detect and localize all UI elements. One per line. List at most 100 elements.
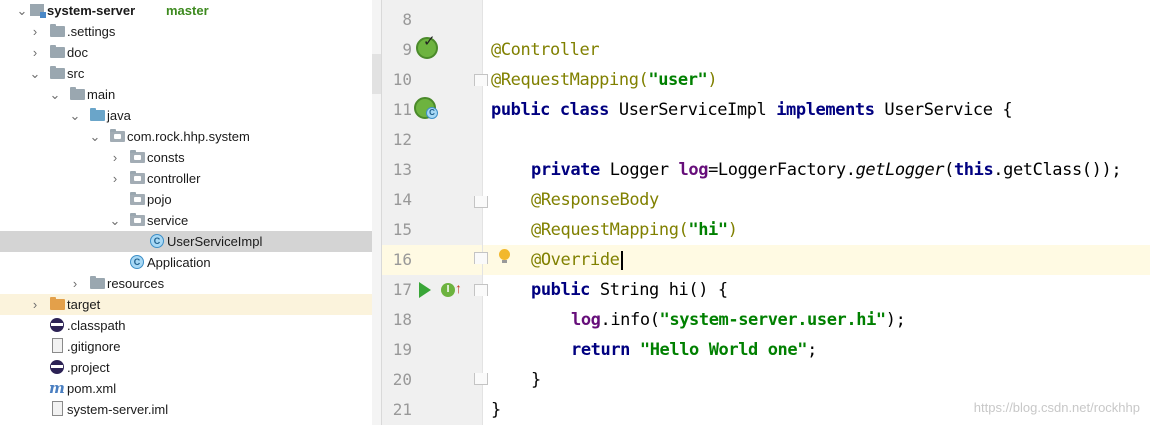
tree-item-service[interactable]: ⌄ service	[0, 210, 372, 231]
line-number: 18	[392, 310, 412, 329]
line-number: 19	[392, 340, 412, 359]
code-line-14[interactable]: @ResponseBody	[531, 185, 659, 215]
code-line-15[interactable]: @RequestMapping("hi")	[531, 215, 738, 245]
string-token: "Hello World one"	[639, 340, 808, 360]
tree-item-pojo[interactable]: pojo	[0, 189, 372, 210]
chevron-down-icon[interactable]: ⌄	[109, 210, 121, 231]
line-number: 13	[392, 160, 412, 179]
code-line-20[interactable]: }	[531, 365, 541, 395]
tree-item-classpath[interactable]: .classpath	[0, 315, 372, 336]
tree-item-application[interactable]: C Application	[0, 252, 372, 273]
annotation-token: @Controller	[491, 40, 600, 60]
tree-item-label: src	[67, 66, 85, 81]
fold-marker-icon[interactable]	[474, 74, 488, 86]
tree-item-src[interactable]: ⌄ src	[0, 63, 372, 84]
maven-icon: m	[49, 379, 65, 397]
chevron-right-icon[interactable]: ›	[69, 273, 81, 294]
identifier-token: .getClass());	[993, 160, 1122, 180]
code-line-19[interactable]: return "Hello World one";	[571, 335, 817, 365]
chevron-down-icon[interactable]: ⌄	[69, 105, 81, 126]
fold-marker-icon[interactable]	[474, 196, 488, 208]
tree-item-settings[interactable]: › .settings	[0, 21, 372, 42]
chevron-right-icon[interactable]: ›	[29, 294, 41, 315]
annotation-token: @RequestMapping(	[491, 70, 649, 90]
code-line-10[interactable]: @RequestMapping("user")	[491, 65, 718, 95]
identifier-token: ;	[807, 340, 817, 360]
current-line-highlight	[382, 245, 1150, 275]
identifier-token: }	[531, 370, 541, 390]
class-icon: C	[150, 234, 164, 248]
fold-marker-icon[interactable]	[474, 284, 488, 296]
identifier-token: UserServiceImpl	[618, 100, 777, 120]
tree-item-label: controller	[147, 171, 201, 186]
tree-item-label: UserServiceImpl	[167, 234, 263, 249]
tree-item-project[interactable]: .project	[0, 357, 372, 378]
tree-item-package-root[interactable]: ⌄ com.rock.hhp.system	[0, 126, 372, 147]
tree-item-label: doc	[67, 45, 88, 60]
keyword-token: public class	[491, 100, 619, 120]
chevron-down-icon[interactable]: ⌄	[89, 126, 101, 147]
identifier-token: =LoggerFactory.	[708, 160, 856, 180]
code-line-13[interactable]: private Logger log=LoggerFactory.getLogg…	[531, 155, 1122, 185]
tree-item-iml[interactable]: system-server.iml	[0, 399, 372, 420]
tree-item-main[interactable]: ⌄ main	[0, 84, 372, 105]
code-line-18[interactable]: log.info("system-server.user.hi");	[571, 305, 906, 335]
chevron-down-icon[interactable]: ⌄	[16, 0, 28, 21]
folder-icon	[50, 24, 65, 37]
fold-marker-icon[interactable]	[474, 373, 488, 385]
tree-item-label: Application	[147, 255, 211, 270]
line-number: 12	[392, 130, 412, 149]
line-number: 9	[402, 40, 412, 59]
tree-item-label: target	[67, 297, 101, 312]
line-number: 16	[392, 250, 412, 269]
folder-icon	[70, 87, 85, 100]
code-line-9[interactable]: @Controller	[491, 35, 600, 65]
code-line-17[interactable]: public String hi() {	[531, 275, 728, 305]
lightbulb-icon[interactable]	[499, 249, 510, 263]
identifier-token: String hi() {	[599, 280, 728, 300]
tree-item-doc[interactable]: › doc	[0, 42, 372, 63]
tree-item-controller[interactable]: › controller	[0, 168, 372, 189]
tree-item-label: .classpath	[67, 318, 126, 333]
tree-item-userserviceimpl[interactable]: C UserServiceImpl	[0, 231, 372, 252]
iml-file-icon	[52, 401, 63, 416]
chevron-down-icon[interactable]: ⌄	[49, 84, 61, 105]
field-token: log	[678, 160, 709, 180]
line-number: 14	[392, 190, 412, 209]
chevron-right-icon[interactable]: ›	[109, 147, 121, 168]
string-token: "user"	[648, 70, 708, 90]
chevron-down-icon[interactable]: ⌄	[29, 63, 41, 84]
tree-item-pom[interactable]: m pom.xml	[0, 378, 372, 399]
code-line-16[interactable]: @Override	[531, 245, 623, 275]
tree-item-resources[interactable]: › resources	[0, 273, 372, 294]
line-number: 11	[392, 100, 412, 119]
identifier-token: (	[944, 160, 954, 180]
keyword-token: public	[531, 280, 600, 300]
chevron-right-icon[interactable]: ›	[109, 168, 121, 189]
tree-item-consts[interactable]: › consts	[0, 147, 372, 168]
identifier-token: }	[491, 400, 501, 420]
git-branch-label: master	[166, 3, 209, 18]
implements-method-icon[interactable]: I	[441, 283, 455, 297]
field-token: log	[571, 310, 601, 330]
annotation-token: @Override	[531, 250, 620, 270]
fold-marker-icon[interactable]	[474, 252, 488, 264]
arrow-up-icon[interactable]: ↑	[455, 280, 462, 296]
run-icon[interactable]	[419, 282, 431, 298]
tree-item-gitignore[interactable]: .gitignore	[0, 336, 372, 357]
chevron-right-icon[interactable]: ›	[29, 21, 41, 42]
tree-item-java[interactable]: ⌄ java	[0, 105, 372, 126]
tree-item-system-server[interactable]: ⌄ system-server master	[0, 0, 372, 21]
module-icon	[30, 4, 46, 18]
class-icon: C	[426, 107, 438, 119]
tree-item-target[interactable]: › target	[0, 294, 372, 315]
source-folder-icon	[90, 108, 105, 121]
chevron-right-icon[interactable]: ›	[29, 42, 41, 63]
code-line-21[interactable]: }	[491, 395, 501, 425]
identifier-token: UserService {	[884, 100, 1013, 120]
tree-scrollbar-thumb[interactable]	[372, 54, 381, 94]
tree-item-label: pom.xml	[67, 381, 117, 396]
eclipse-icon	[50, 318, 64, 332]
code-line-11[interactable]: public class UserServiceImpl implements …	[491, 95, 1013, 125]
package-icon	[130, 150, 145, 163]
